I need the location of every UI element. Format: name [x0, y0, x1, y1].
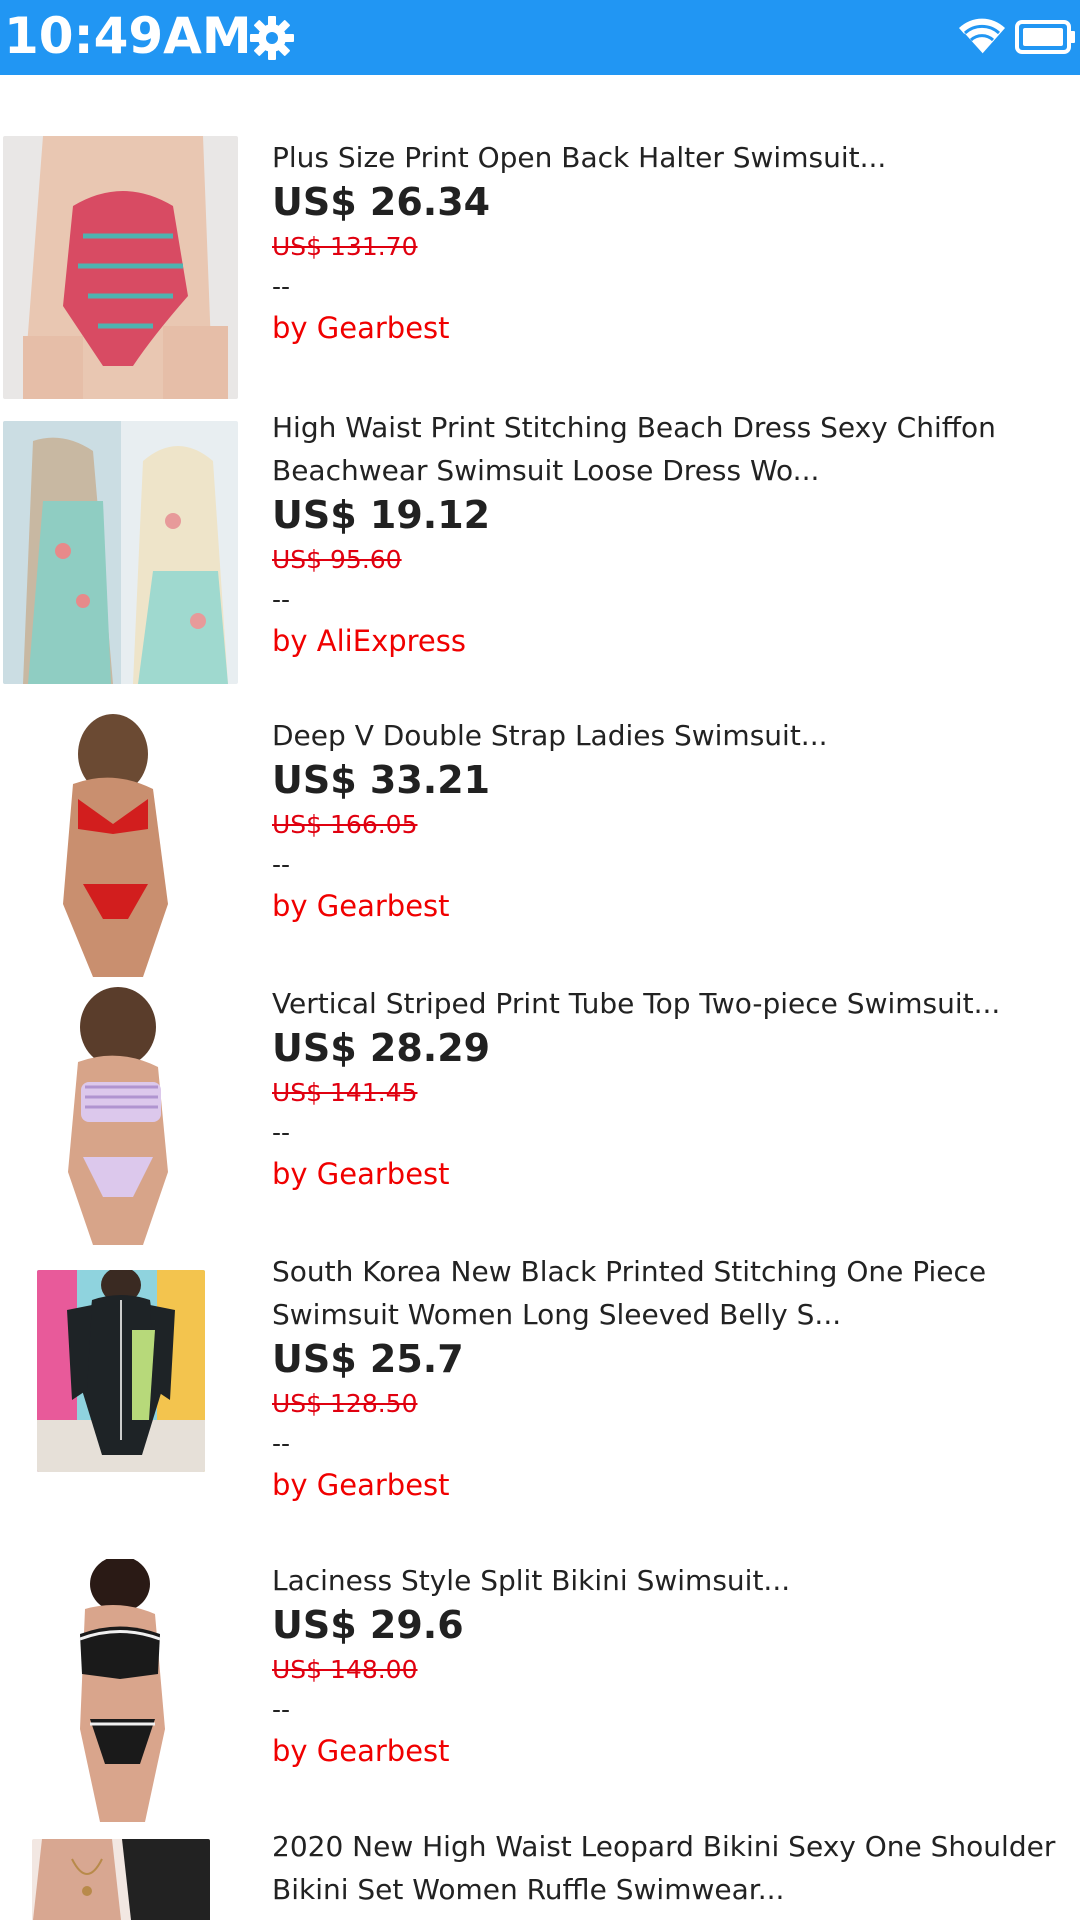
product-item[interactable]: Laciness Style Split Bikini Swimsuit... … [0, 1559, 1080, 1827]
product-price: US$ 19.12 [272, 493, 491, 537]
status-time: 10:49AM [4, 7, 252, 65]
product-item[interactable]: Deep V Double Strap Ladies Swimsuit... U… [0, 714, 1080, 982]
product-rating: -- [272, 272, 291, 301]
product-rating: -- [272, 585, 291, 614]
seller-label: by Gearbest [272, 1157, 450, 1191]
seller-label: by Gearbest [272, 1468, 450, 1502]
product-title[interactable]: 2020 New High Waist Leopard Bikini Sexy … [272, 1825, 1062, 1911]
product-title[interactable]: Plus Size Print Open Back Halter Swimsui… [272, 136, 1062, 179]
product-rating: -- [272, 1695, 291, 1724]
seller-label: by Gearbest [272, 889, 450, 923]
product-price: US$ 28.29 [272, 1026, 491, 1070]
product-info: Plus Size Print Open Back Halter Swimsui… [272, 136, 1062, 349]
seller-label: by Gearbest [272, 1734, 450, 1768]
product-image[interactable] [37, 1270, 205, 1472]
product-rating: -- [272, 850, 291, 879]
product-title[interactable]: Vertical Striped Print Tube Top Two-piec… [272, 982, 1062, 1025]
seller-label: by Gearbest [272, 311, 450, 345]
product-rating: -- [272, 1429, 291, 1458]
product-info: High Waist Print Stitching Beach Dress S… [272, 406, 1062, 662]
original-price: US$ 166.05 [272, 810, 418, 839]
wifi-icon [959, 18, 1005, 55]
product-price: US$ 33.21 [272, 758, 491, 802]
product-item[interactable]: High Waist Print Stitching Beach Dress S… [0, 406, 1080, 694]
original-price: US$ 131.70 [272, 232, 418, 261]
product-image[interactable] [3, 421, 238, 684]
original-price: US$ 148.00 [272, 1655, 418, 1684]
original-price: US$ 141.45 [272, 1078, 418, 1107]
product-image[interactable] [3, 982, 238, 1245]
product-info: Laciness Style Split Bikini Swimsuit... … [272, 1559, 1062, 1772]
product-title[interactable]: High Waist Print Stitching Beach Dress S… [272, 406, 1062, 492]
product-item[interactable]: South Korea New Black Printed Stitching … [0, 1250, 1080, 1559]
product-info: Deep V Double Strap Ladies Swimsuit... U… [272, 714, 1062, 927]
battery-icon [1015, 20, 1075, 54]
product-info: 2020 New High Waist Leopard Bikini Sexy … [272, 1825, 1062, 1911]
product-price: US$ 26.34 [272, 180, 491, 224]
product-image[interactable] [3, 714, 238, 977]
product-image[interactable] [20, 1559, 225, 1822]
status-bar: 10:49AM [0, 0, 1080, 75]
product-price: US$ 25.7 [272, 1337, 464, 1381]
product-item[interactable]: Vertical Striped Print Tube Top Two-piec… [0, 982, 1080, 1250]
product-info: Vertical Striped Print Tube Top Two-piec… [272, 982, 1062, 1195]
product-image[interactable] [3, 136, 238, 399]
original-price: US$ 95.60 [272, 545, 402, 574]
product-info: South Korea New Black Printed Stitching … [272, 1250, 1062, 1506]
product-image[interactable] [32, 1839, 210, 1920]
product-title[interactable]: South Korea New Black Printed Stitching … [272, 1250, 1062, 1336]
product-list[interactable]: Plus Size Print Open Back Halter Swimsui… [0, 75, 1080, 1920]
product-title[interactable]: Laciness Style Split Bikini Swimsuit... [272, 1559, 1062, 1602]
product-item[interactable]: Plus Size Print Open Back Halter Swimsui… [0, 136, 1080, 406]
product-rating: -- [272, 1118, 291, 1147]
product-title[interactable]: Deep V Double Strap Ladies Swimsuit... [272, 714, 1062, 757]
product-price: US$ 29.6 [272, 1603, 464, 1647]
product-item[interactable]: 2020 New High Waist Leopard Bikini Sexy … [0, 1825, 1080, 1920]
original-price: US$ 128.50 [272, 1389, 418, 1418]
gear-icon [250, 16, 294, 60]
seller-label: by AliExpress [272, 624, 466, 658]
